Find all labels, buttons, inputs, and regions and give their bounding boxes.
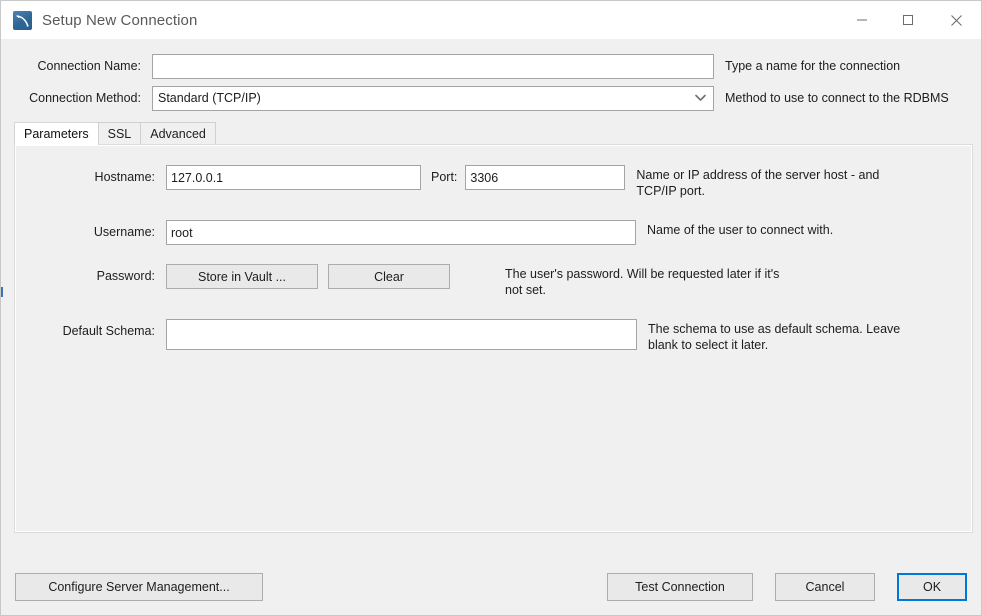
port-input[interactable] <box>465 165 626 190</box>
tab-ssl[interactable]: SSL <box>97 122 142 144</box>
title-bar: Setup New Connection <box>1 1 981 39</box>
setup-new-connection-dialog: Setup New Connection Connection Name: Ty… <box>0 0 982 616</box>
window-edge-marker <box>1 287 3 297</box>
tab-parameters-label: Parameters <box>24 127 89 141</box>
connection-name-hint: Type a name for the connection <box>725 58 901 73</box>
hostname-port-row: Hostname: Port: Name or IP address of th… <box>15 165 972 199</box>
tab-bar: Parameters SSL Advanced <box>1 122 981 145</box>
connection-name-label: Connection Name: <box>37 59 141 73</box>
configure-server-management-label: Configure Server Management... <box>48 580 230 594</box>
clear-password-label: Clear <box>374 269 404 284</box>
hostname-input[interactable] <box>166 165 421 190</box>
dialog-footer: Configure Server Management... Test Conn… <box>1 559 981 615</box>
chevron-down-icon <box>695 87 706 110</box>
tab-advanced-label: Advanced <box>150 126 206 141</box>
mysql-workbench-dolphin-icon <box>13 10 32 30</box>
window-title: Setup New Connection <box>42 11 198 29</box>
clear-password-button[interactable]: Clear <box>328 264 450 289</box>
username-label: Username: <box>93 225 155 239</box>
connection-name-row: Connection Name: Type a name for the con… <box>1 53 981 79</box>
ok-button[interactable]: OK <box>897 573 967 601</box>
password-label: Password: <box>96 269 155 283</box>
ok-label: OK <box>922 580 942 594</box>
tab-parameters[interactable]: Parameters <box>14 122 99 145</box>
dialog-body: Connection Name: Type a name for the con… <box>1 39 981 615</box>
cancel-label: Cancel <box>805 580 845 594</box>
connection-method-label: Connection Method: <box>29 91 141 105</box>
connection-method-row: Connection Method: Standard (TCP/IP) Met… <box>1 85 981 111</box>
hostname-port-hint: Name or IP address of the server host - … <box>636 168 880 198</box>
close-icon[interactable] <box>931 1 981 39</box>
minimize-icon[interactable] <box>839 1 885 39</box>
default-schema-input[interactable] <box>166 319 637 350</box>
test-connection-button[interactable]: Test Connection <box>607 573 753 601</box>
parameters-tab-panel: Hostname: Port: Name or IP address of th… <box>14 144 973 533</box>
port-label: Port: <box>431 170 458 184</box>
connection-method-hint: Method to use to connect to the RDBMS <box>725 90 949 105</box>
username-hint: Name of the user to connect with. <box>647 223 834 237</box>
hostname-label: Hostname: <box>94 170 155 184</box>
cancel-button[interactable]: Cancel <box>775 573 875 601</box>
connection-name-input[interactable] <box>152 53 714 79</box>
username-row: Username: Name of the user to connect wi… <box>15 220 972 245</box>
configure-server-management-button[interactable]: Configure Server Management... <box>15 573 263 601</box>
store-in-vault-button[interactable]: Store in Vault ... <box>166 264 318 289</box>
connection-method-value: Standard (TCP/IP) <box>158 91 261 105</box>
test-connection-label: Test Connection <box>635 580 725 594</box>
password-hint: The user's password. Will be requested l… <box>505 267 780 297</box>
default-schema-row: Default Schema: The schema to use as def… <box>15 319 972 353</box>
password-row: Password: Store in Vault ... Clear The u… <box>15 264 972 298</box>
username-input[interactable] <box>166 220 636 245</box>
default-schema-label: Default Schema: <box>62 324 155 338</box>
window-controls <box>839 1 981 39</box>
maximize-icon[interactable] <box>885 1 931 39</box>
connection-method-select[interactable]: Standard (TCP/IP) <box>152 85 714 111</box>
tab-ssl-label: SSL <box>107 126 132 141</box>
store-in-vault-label: Store in Vault ... <box>197 269 286 284</box>
default-schema-hint: The schema to use as default schema. Lea… <box>648 322 901 352</box>
tab-advanced[interactable]: Advanced <box>140 122 216 144</box>
